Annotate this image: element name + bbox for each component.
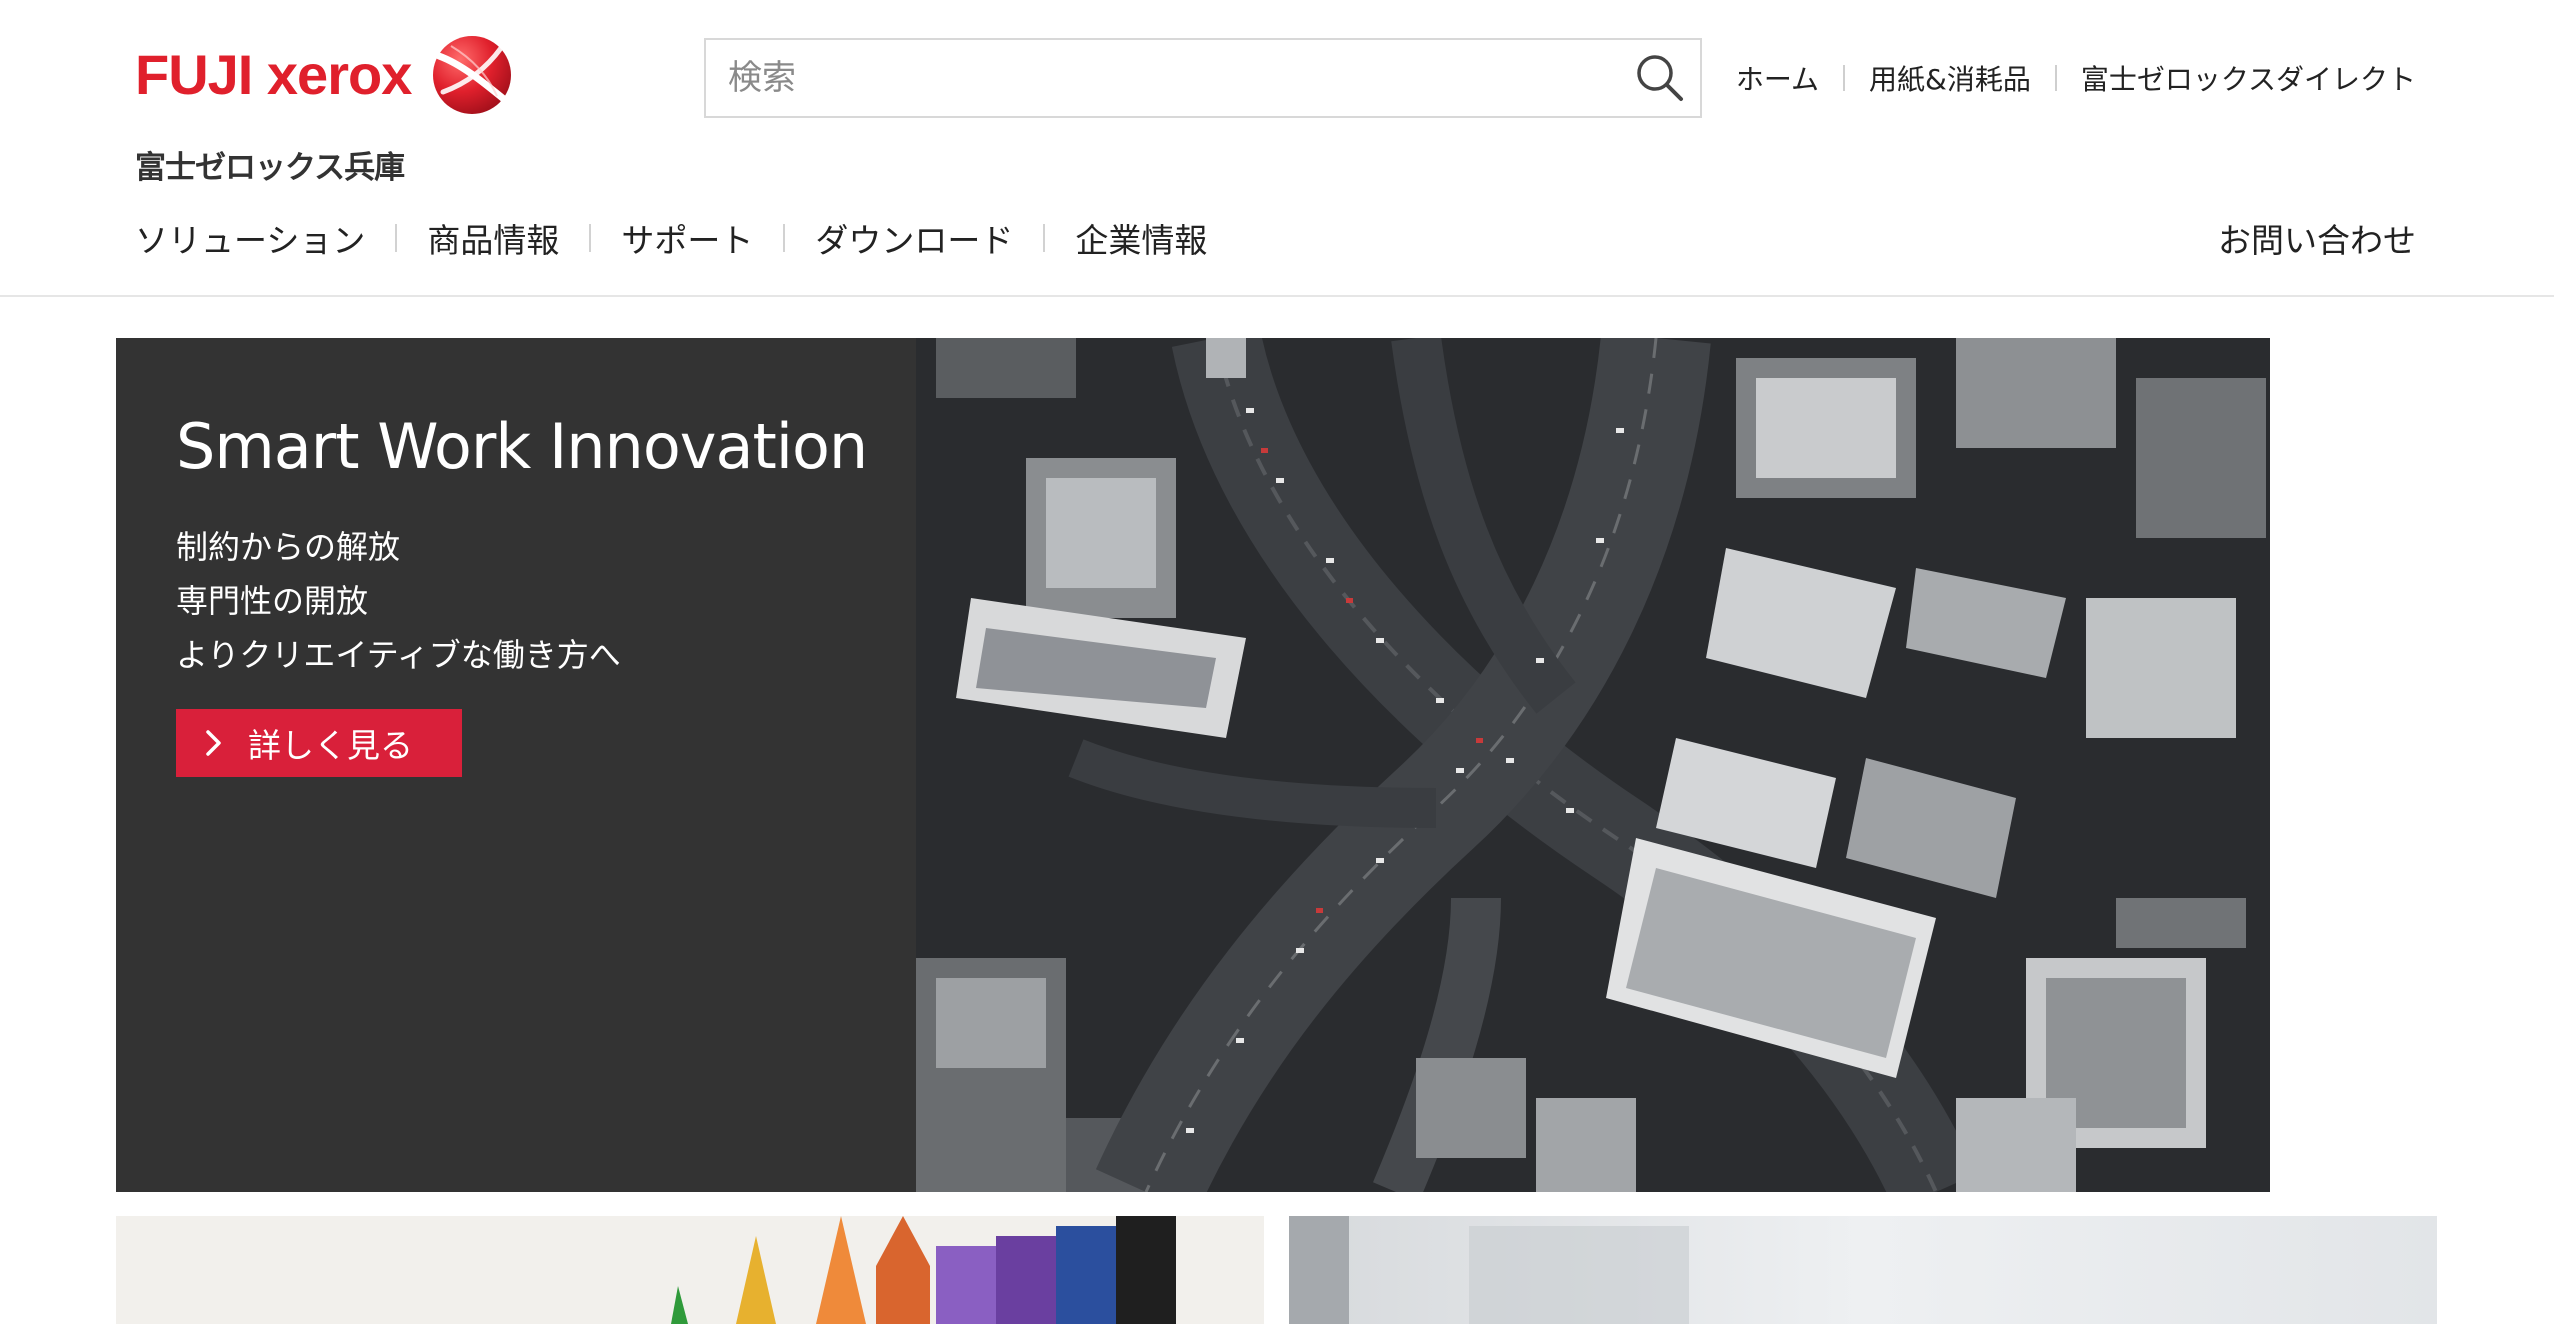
feature-card-left[interactable] xyxy=(116,1216,1264,1324)
divider xyxy=(2054,65,2057,91)
divider xyxy=(1043,224,1046,252)
hero-line: よりクリエイティブな働き方へ xyxy=(176,636,621,674)
divider xyxy=(783,224,786,252)
nav-item-download[interactable]: ダウンロード xyxy=(815,214,1013,262)
sub-brand-name: 富士ゼロックス兵庫 xyxy=(135,150,405,186)
hero-text-panel: Smart Work Innovation 制約からの解放 専門性の開放 よりク… xyxy=(116,338,916,1192)
divider xyxy=(395,224,398,252)
aerial-city-illustration xyxy=(916,338,2270,1192)
learn-more-button[interactable]: 詳しく見る xyxy=(176,709,462,777)
feature-card-right[interactable] xyxy=(1289,1216,2437,1324)
nav-item-products[interactable]: 商品情報 xyxy=(427,214,559,262)
learn-more-label: 詳しく見る xyxy=(248,726,413,765)
nav-item-solutions[interactable]: ソリューション xyxy=(135,214,365,262)
xerox-sphere-icon xyxy=(433,36,512,114)
logo-text: FUJI xerox xyxy=(135,43,412,106)
utility-nav: ホーム 用紙&消耗品 富士ゼロックスダイレクト xyxy=(1736,58,2416,98)
city-aerial-photo xyxy=(916,338,2270,1192)
hero-line: 制約からの解放 xyxy=(176,528,401,566)
hero-title: Smart Work Innovation xyxy=(176,410,868,483)
divider xyxy=(1842,65,1845,91)
hero-banner: Smart Work Innovation 制約からの解放 専門性の開放 よりク… xyxy=(116,338,2270,1192)
search-input[interactable] xyxy=(706,40,1606,116)
search-icon[interactable] xyxy=(1634,52,1686,104)
nav-item-company[interactable]: 企業情報 xyxy=(1075,214,1207,262)
search-box xyxy=(704,38,1702,118)
site-header: FUJI xerox 富士ゼロックス兵庫 ホーム 用紙&消耗品 xyxy=(0,0,2554,297)
hero-copy: 制約からの解放 専門性の開放 よりクリエイティブな働き方へ xyxy=(176,520,621,682)
util-link-paper-supplies[interactable]: 用紙&消耗品 xyxy=(1869,58,2031,98)
hero-line: 専門性の開放 xyxy=(176,582,369,620)
nav-item-support[interactable]: サポート xyxy=(621,214,753,262)
main-nav: ソリューション 商品情報 サポート ダウンロード 企業情報 xyxy=(135,214,1207,262)
crayons-image xyxy=(116,1216,1264,1324)
divider xyxy=(589,224,592,252)
util-link-direct[interactable]: 富士ゼロックスダイレクト xyxy=(2081,58,2416,98)
office-image xyxy=(1289,1216,2437,1324)
fuji-xerox-logo[interactable]: FUJI xerox xyxy=(135,34,513,116)
contact-link[interactable]: お問い合わせ xyxy=(2218,214,2416,262)
chevron-right-icon xyxy=(206,730,221,756)
util-link-home[interactable]: ホーム xyxy=(1736,58,1819,98)
